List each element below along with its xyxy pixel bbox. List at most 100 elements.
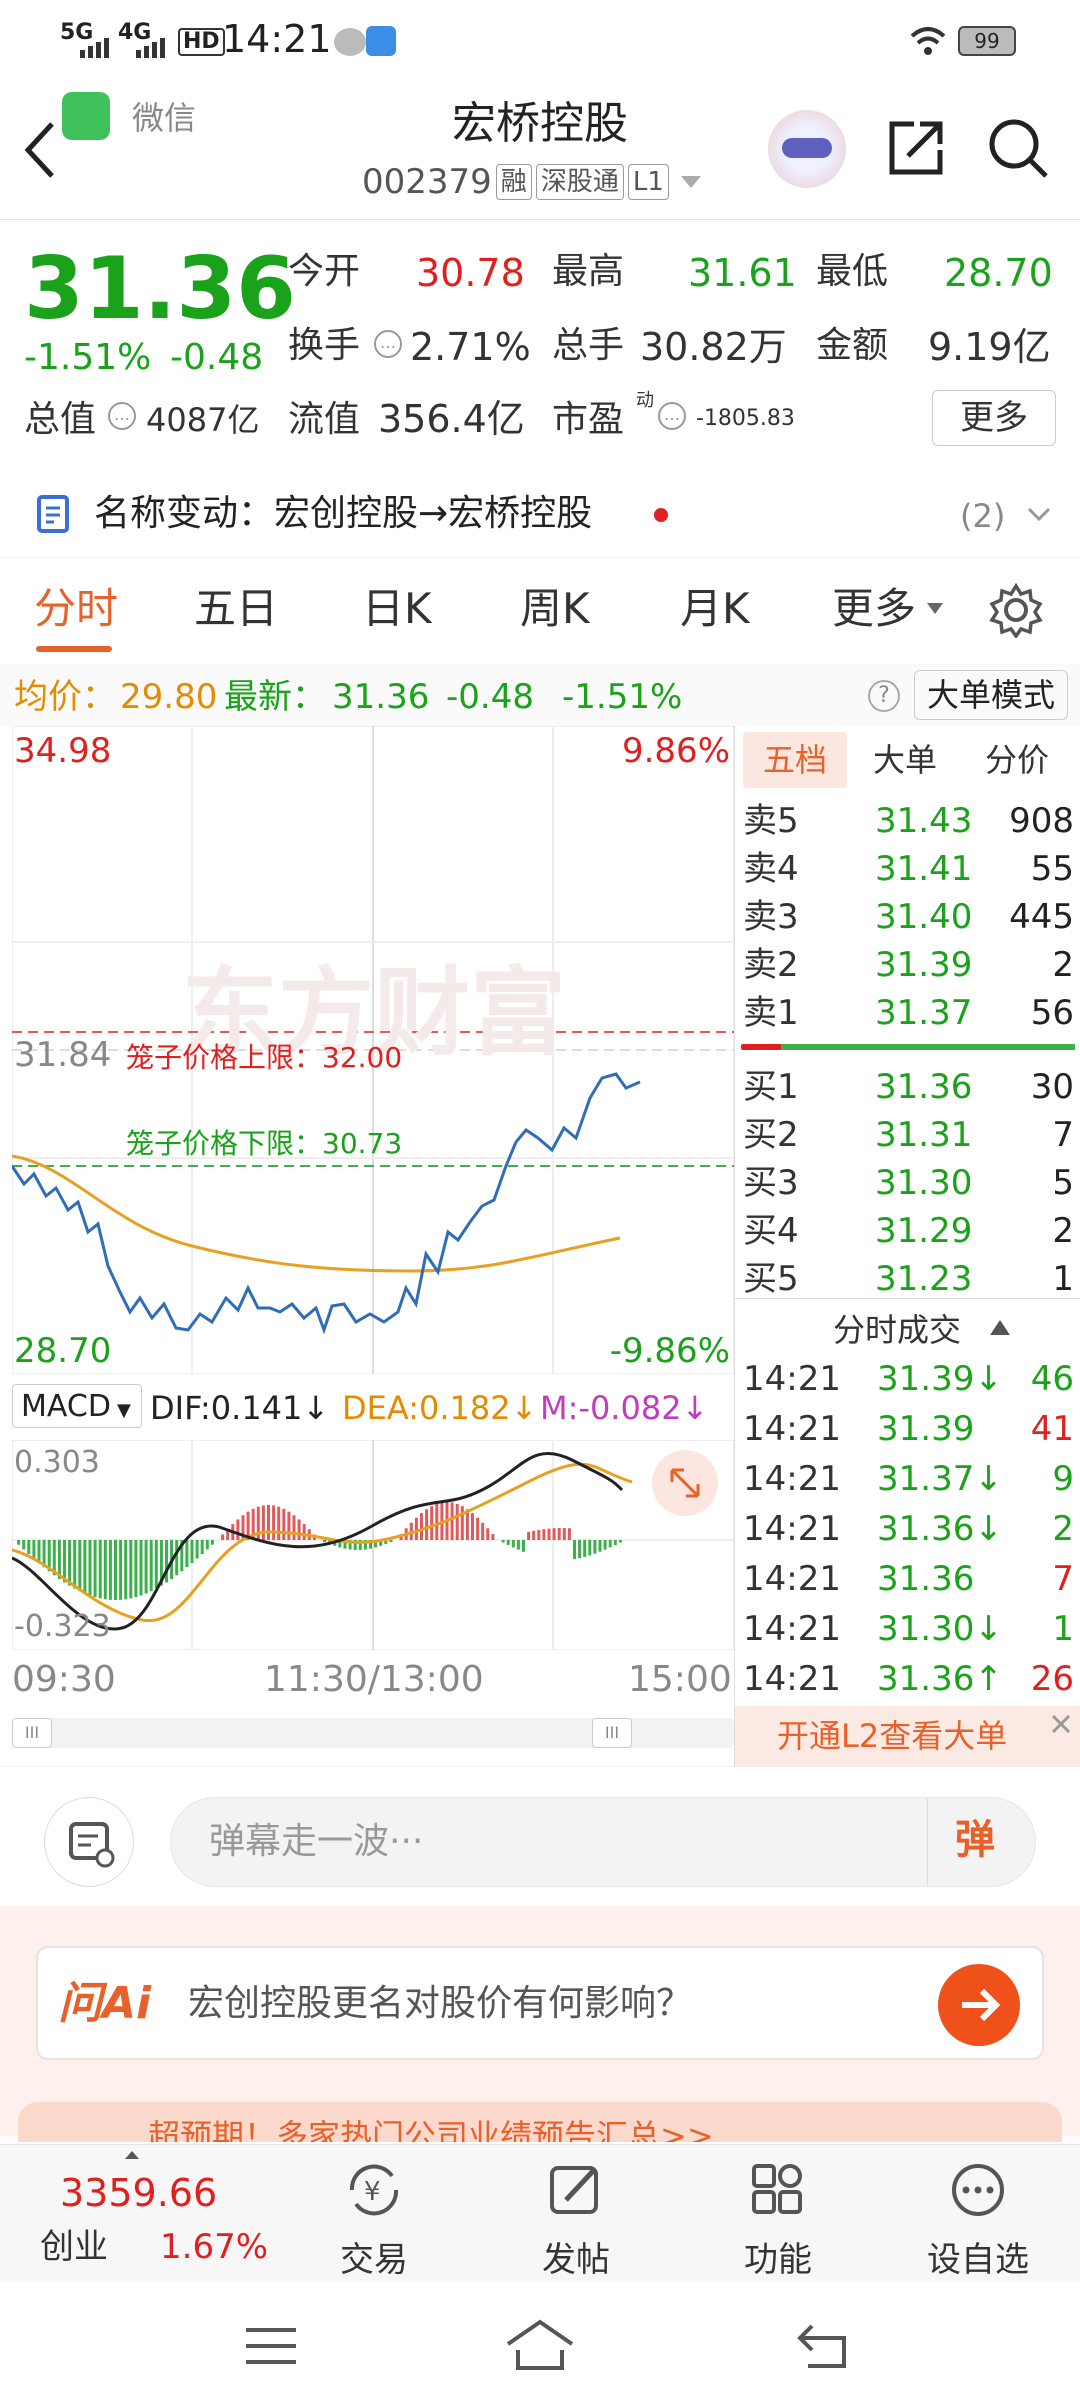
macd-bar bbox=[129, 1540, 133, 1599]
macd-bar bbox=[578, 1540, 582, 1559]
back-nav-icon[interactable] bbox=[794, 2320, 854, 2370]
macd-bar bbox=[272, 1505, 276, 1540]
info-icon[interactable]: … bbox=[658, 402, 686, 430]
notice-bar[interactable]: 名称变动：宏创控股→宏桥控股 (2) bbox=[0, 470, 1080, 558]
help-icon[interactable]: ? bbox=[868, 680, 900, 712]
nav-add-watchlist[interactable]: 设自选 bbox=[918, 2160, 1038, 2281]
macd-histogram bbox=[17, 1502, 622, 1600]
search-icon[interactable] bbox=[986, 116, 1050, 180]
tab-underline bbox=[36, 646, 112, 652]
tag-level: L1 bbox=[627, 164, 669, 200]
large-order-mode-button[interactable]: 大单模式 bbox=[914, 670, 1068, 720]
tab-more[interactable]: 更多 bbox=[832, 588, 916, 630]
index-name: 创业 bbox=[40, 2227, 108, 2267]
pe-value: -1805.83 bbox=[696, 406, 795, 431]
trade-volume: 41 bbox=[1030, 1409, 1074, 1449]
level-label: 卖1 bbox=[743, 993, 799, 1033]
tab-five-levels[interactable]: 五档 bbox=[743, 732, 847, 788]
macd-bar bbox=[476, 1517, 480, 1540]
menu-icon[interactable] bbox=[244, 2324, 298, 2368]
l2-banner[interactable]: 开通L2查看大单 bbox=[735, 1706, 1080, 1766]
macd-bar bbox=[414, 1517, 418, 1540]
macd-bar bbox=[221, 1534, 225, 1540]
info-icon[interactable]: … bbox=[374, 330, 402, 358]
level-volume: 5 bbox=[1052, 1163, 1074, 1203]
index-ticker[interactable]: 3359.66 创业 1.67% bbox=[20, 2150, 280, 2280]
ai-question-card[interactable]: 问Ai 宏创控股更名对股价有何影响？ bbox=[36, 1946, 1044, 2060]
macd-bar bbox=[200, 1540, 204, 1555]
macd-bar bbox=[297, 1519, 301, 1540]
macd-bar bbox=[516, 1540, 520, 1550]
level-volume: 445 bbox=[1009, 897, 1074, 937]
macd-bar bbox=[435, 1503, 439, 1540]
macd-bar bbox=[27, 1540, 31, 1555]
macd-bar bbox=[103, 1540, 107, 1600]
price-info-line: 均价： 29.80 最新： 31.36 -0.48 -1.51% ? 大单模式 bbox=[0, 664, 1080, 726]
macd-bar bbox=[175, 1540, 179, 1576]
macd-bar bbox=[618, 1540, 622, 1543]
tag-connect: 深股通 bbox=[535, 164, 624, 200]
comment-settings-icon[interactable] bbox=[44, 1797, 134, 1887]
danmaku-button[interactable]: 弹 bbox=[955, 1820, 995, 1860]
tab-monthly-k[interactable]: 月K bbox=[680, 588, 750, 630]
share-icon[interactable] bbox=[886, 118, 946, 178]
trade-price: 31.36↓ bbox=[877, 1509, 1003, 1549]
ask-bid-divider bbox=[741, 1044, 1075, 1050]
open-label: 今开 bbox=[288, 251, 361, 292]
price-line bbox=[10, 1072, 641, 1335]
trade-price: 31.39↓ bbox=[877, 1359, 1003, 1399]
tab-daily-k[interactable]: 日K bbox=[362, 588, 432, 630]
macd-bar bbox=[185, 1540, 189, 1568]
stock-header: 微信 宏桥控股 002379 融 深股通 L1 bbox=[0, 80, 1080, 220]
caret-up-icon[interactable] bbox=[989, 1318, 1011, 1336]
tab-intraday[interactable]: 分时 bbox=[34, 588, 118, 630]
range-slider[interactable]: III III bbox=[12, 1718, 734, 1748]
caret-up-icon bbox=[125, 2151, 139, 2159]
macd-bar bbox=[481, 1522, 485, 1540]
indicator-select[interactable]: MACD ▼ bbox=[12, 1384, 142, 1428]
nav-trade[interactable]: ¥ 交易 bbox=[314, 2160, 434, 2281]
nav-post[interactable]: 发帖 bbox=[516, 2160, 636, 2281]
expand-icon[interactable] bbox=[652, 1450, 718, 1516]
home-icon[interactable] bbox=[504, 2318, 576, 2372]
y-bottom-label: 28.70 bbox=[14, 1331, 112, 1371]
macd-bottom-label: -0.323 bbox=[14, 1609, 111, 1644]
tab-weekly-k[interactable]: 周K bbox=[520, 588, 590, 630]
info-icon[interactable]: … bbox=[108, 402, 136, 430]
y-top-label: 34.98 bbox=[14, 731, 112, 771]
level-volume: 2 bbox=[1052, 945, 1074, 985]
tab-five-day[interactable]: 五日 bbox=[194, 588, 278, 630]
tab-large-orders[interactable]: 大单 bbox=[873, 744, 937, 776]
trade-time: 14:21 bbox=[743, 1659, 841, 1699]
promo-banner[interactable]: 超预期！多家热门公司业绩预告汇总>> bbox=[18, 2102, 1062, 2142]
trade-price: 31.39 bbox=[877, 1409, 975, 1449]
level-volume: 908 bbox=[1009, 801, 1074, 841]
macd-bar bbox=[588, 1540, 592, 1556]
more-button[interactable]: 更多 bbox=[932, 390, 1056, 446]
nav-features[interactable]: 功能 bbox=[718, 2160, 838, 2281]
arrow-right-icon[interactable] bbox=[938, 1964, 1020, 2046]
slider-handle-left[interactable]: III bbox=[12, 1718, 52, 1748]
level-label: 买1 bbox=[743, 1067, 799, 1107]
more-dots-icon bbox=[952, 2164, 1004, 2216]
macd-bar bbox=[154, 1540, 158, 1589]
stock-code: 002379 bbox=[362, 162, 492, 202]
gear-icon[interactable] bbox=[988, 582, 1044, 638]
latest-value: 31.36 bbox=[332, 677, 430, 717]
promo-text: 超预期！多家热门公司业绩预告汇总>> bbox=[148, 2117, 714, 2142]
open-value: 30.78 bbox=[416, 251, 525, 295]
level-volume: 55 bbox=[1030, 849, 1074, 889]
tab-price-distribution[interactable]: 分价 bbox=[985, 744, 1049, 776]
nav-post-label: 发帖 bbox=[542, 2240, 610, 2280]
comment-input[interactable]: 弹幕走一波··· 弹 bbox=[170, 1797, 1036, 1887]
stock-code-row[interactable]: 002379 融 深股通 L1 bbox=[362, 164, 705, 200]
slider-handle-right[interactable]: III bbox=[592, 1718, 632, 1748]
close-icon[interactable] bbox=[1047, 1710, 1075, 1738]
high-value: 31.61 bbox=[688, 251, 797, 295]
assistant-avatar[interactable] bbox=[768, 110, 846, 188]
intraday-chart[interactable]: 东方财富 34.98 9.86% 31.84 笼子价格上限：32.00 笼子价格… bbox=[10, 725, 735, 1375]
trade-volume: 46 bbox=[1030, 1359, 1074, 1399]
macd-chart[interactable]: 0.303 -0.323 bbox=[11, 1439, 735, 1651]
ai-logo: 问Ai bbox=[58, 1978, 152, 2029]
order-book: 五档 大单 分价 卖5 31.43 908 卖4 31.41 55 卖3 31.40 445 卖2… bbox=[734, 726, 1080, 1766]
